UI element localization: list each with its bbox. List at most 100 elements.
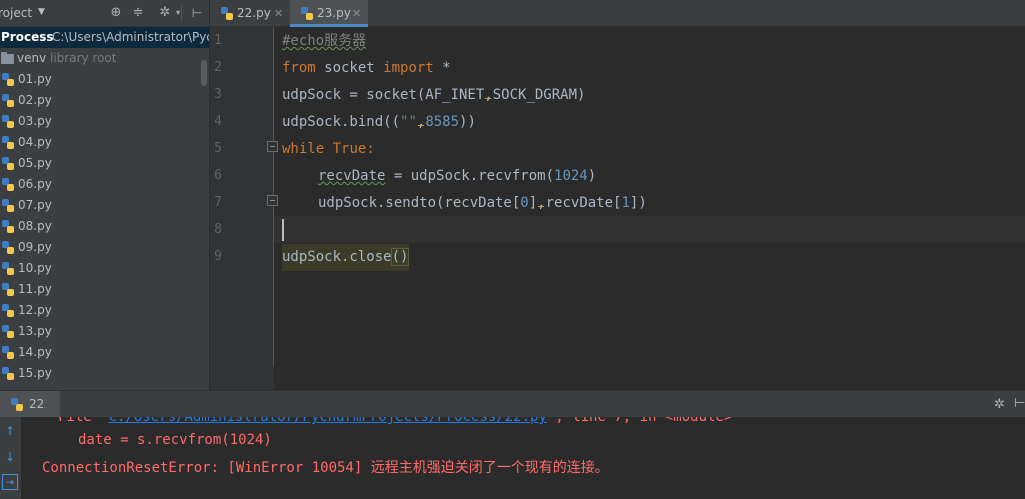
file-label: 04.py <box>18 135 52 149</box>
file-label: 13.py <box>18 324 52 338</box>
pep8-warning-comma: , <box>484 87 493 103</box>
tree-item-file[interactable]: 11.py <box>0 279 209 300</box>
file-label: 12.py <box>18 303 52 317</box>
number-literal: 0 <box>520 195 529 211</box>
variable: recvDate <box>318 168 386 184</box>
tree-item-file[interactable]: 09.py <box>0 237 209 258</box>
tree-item-file[interactable]: 08.py <box>0 216 209 237</box>
code-text: recvDate[ <box>545 195 622 211</box>
python-file-icon <box>2 157 14 170</box>
line-number: 8 <box>214 222 222 237</box>
python-file-icon <box>2 94 14 107</box>
file-label: 11.py <box>18 282 52 296</box>
python-file-icon <box>2 367 14 380</box>
tree-item-file[interactable]: 13.py <box>0 321 209 342</box>
run-console-output[interactable]: File "C:/Users/Administrator/PycharmProj… <box>21 417 1025 499</box>
console-text: File " <box>58 417 109 425</box>
python-file-icon <box>301 7 313 20</box>
code-text: = udpSock.recvfrom( <box>385 168 555 184</box>
code-line-7: udpSock.sendto(recvDate[0],recvDate[1]) <box>318 190 647 217</box>
chevron-down-icon[interactable]: ▼ <box>38 7 45 17</box>
code-line-4: udpSock.bind(("",8585)) <box>282 109 476 136</box>
number-literal: 8585 <box>425 114 460 130</box>
project-panel: roject ▼ ⊕ ≑ ✲ ▾ ⊢ Process C:\Users\Admi… <box>0 0 209 390</box>
code-text: )) <box>459 114 476 130</box>
line-number: 2 <box>214 60 222 75</box>
close-icon[interactable]: ✕ <box>352 0 361 27</box>
file-label: 01.py <box>18 72 52 86</box>
tree-item-file[interactable]: 15.py <box>0 363 209 384</box>
keyword: True <box>324 141 367 157</box>
file-label: 09.py <box>18 240 52 254</box>
tab-label: 22.py <box>237 6 271 20</box>
matched-parens: () <box>390 248 410 266</box>
keyword: : <box>366 141 375 157</box>
folder-label: venv <box>17 51 47 65</box>
project-scrollbar[interactable] <box>201 60 207 86</box>
file-label: 08.py <box>18 219 52 233</box>
console-line-code: date = s.recvfrom(1024) <box>78 432 272 448</box>
project-toolbar: roject ▼ ⊕ ≑ ✲ ▾ ⊢ <box>0 0 209 27</box>
close-icon[interactable]: ✕ <box>274 0 283 27</box>
python-file-icon <box>2 136 14 149</box>
code-text: udpSock.bind(( <box>282 114 401 130</box>
fold-toggle-icon[interactable] <box>267 141 278 152</box>
current-line-highlight <box>274 216 1025 243</box>
code-editor[interactable]: 123456789 #echo服务器 from socket import * … <box>210 27 1025 390</box>
tree-item-venv[interactable]: venv library root <box>0 48 209 69</box>
keyword: while <box>282 141 325 157</box>
library-root-hint: library root <box>50 51 117 65</box>
hide-panel-icon[interactable]: ⊢ <box>189 4 205 22</box>
scroll-from-source-icon[interactable]: ⊕ <box>108 4 124 22</box>
gear-icon[interactable]: ✲ <box>994 397 1005 412</box>
line-number: 3 <box>214 87 222 102</box>
python-file-icon <box>2 346 14 359</box>
number-literal: 1024 <box>554 168 588 184</box>
tree-item-file[interactable]: 03.py <box>0 111 209 132</box>
python-file-icon <box>221 7 233 20</box>
tab-22py[interactable]: 22.py ✕ <box>210 0 290 27</box>
code-line-6: recvDate = udpSock.recvfrom(1024) <box>318 163 596 190</box>
code-text: ) <box>587 168 597 184</box>
code-text: SOCK_DGRAM) <box>492 87 586 103</box>
python-file-icon <box>2 199 14 212</box>
code-text: udpSock = socket(AF_INET <box>282 87 485 103</box>
line-number: 6 <box>214 168 222 183</box>
soft-wrap-icon[interactable]: ⇥ <box>2 474 18 490</box>
console-text: ", line 7, in <module> <box>546 417 733 425</box>
line-number: 1 <box>214 33 222 48</box>
tree-item-file[interactable]: 01.py <box>0 69 209 90</box>
collapse-all-icon[interactable]: ≑ <box>130 4 146 22</box>
tree-item-file[interactable]: 07.py <box>0 195 209 216</box>
comment: #echo服务器 <box>282 33 367 49</box>
python-file-icon <box>2 220 14 233</box>
tree-item-file[interactable]: 14.py <box>0 342 209 363</box>
python-file-icon <box>2 178 14 191</box>
project-view-selector[interactable]: roject <box>0 6 32 20</box>
tab-23py[interactable]: 23.py ✕ <box>290 0 368 27</box>
run-toolbar: ↑ ↓ ⇥ <box>0 417 21 499</box>
string-literal: "" <box>400 114 417 130</box>
arrow-up-icon[interactable]: ↑ <box>2 423 18 439</box>
tree-item-file[interactable]: 04.py <box>0 132 209 153</box>
python-run-icon <box>11 398 23 411</box>
tree-item-file[interactable]: 05.py <box>0 153 209 174</box>
tree-item-file[interactable]: 12.py <box>0 300 209 321</box>
import-star: * <box>433 60 451 76</box>
arrow-down-icon[interactable]: ↓ <box>2 449 18 465</box>
line-number: 9 <box>214 249 222 264</box>
run-panel-header: 22 ✲ ⊢ <box>0 390 1025 418</box>
hide-panel-icon[interactable]: ⊢ <box>1014 396 1025 411</box>
tree-root-process[interactable]: Process C:\Users\Administrator\PycharmPr… <box>0 27 209 48</box>
fold-toggle-icon[interactable] <box>267 195 278 206</box>
pep8-warning-comma: , <box>537 195 546 211</box>
file-link[interactable]: C:/Users/Administrator/PycharmProjects/P… <box>109 417 547 425</box>
tree-item-file[interactable]: 10.py <box>0 258 209 279</box>
gear-dropdown-icon[interactable]: ▾ <box>170 4 186 22</box>
toolbar-divider <box>181 6 182 21</box>
line-number: 4 <box>214 114 222 129</box>
tree-item-file[interactable]: 06.py <box>0 174 209 195</box>
run-tab-22[interactable]: 22 <box>0 391 60 418</box>
tree-item-file[interactable]: 02.py <box>0 90 209 111</box>
line-number: 5 <box>214 141 222 156</box>
